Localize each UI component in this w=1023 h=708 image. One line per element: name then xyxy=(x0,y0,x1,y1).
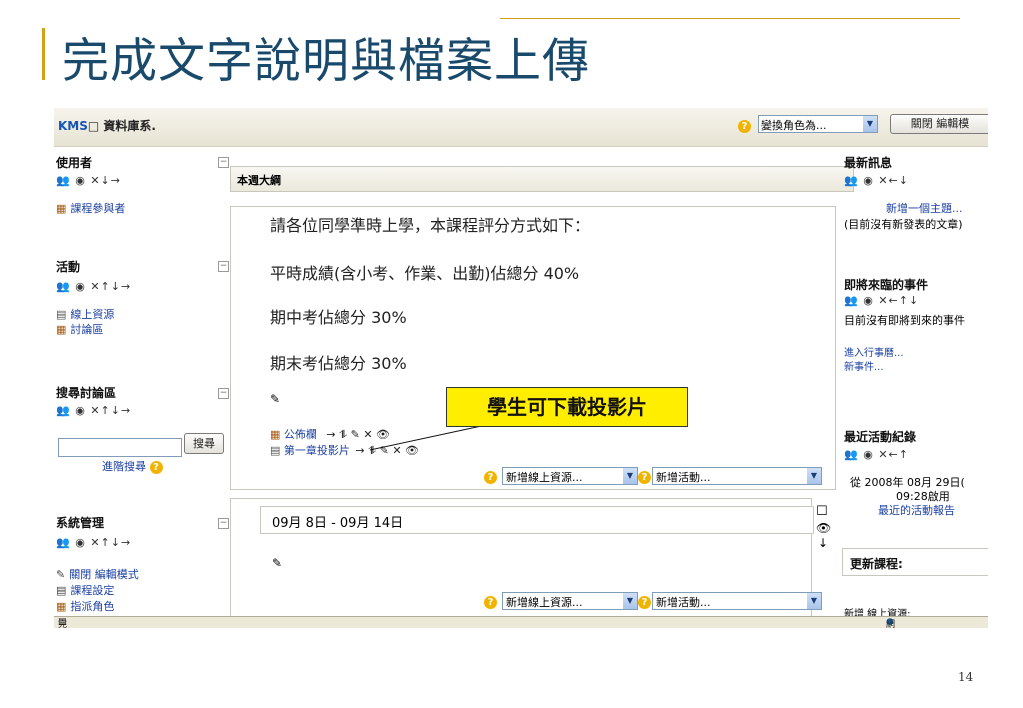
callout-leader-line xyxy=(369,424,487,451)
callout-box: 學生可下載投影片 xyxy=(446,387,688,427)
callout-leader xyxy=(369,424,487,451)
page-number: 14 xyxy=(958,670,974,684)
